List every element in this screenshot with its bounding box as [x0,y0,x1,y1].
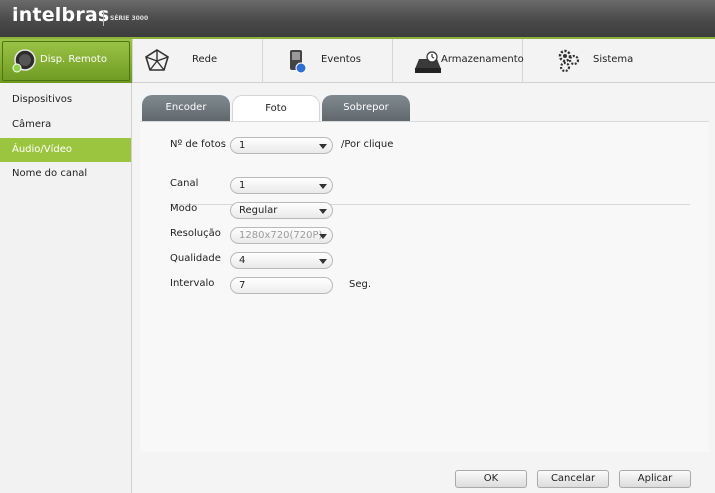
events-icon [290,50,307,74]
chevron-down-icon [319,144,327,149]
canal-value: 1 [239,180,246,191]
nav-label: Rede [192,54,218,65]
chevron-down-icon [319,209,327,214]
nav-label: Eventos [321,54,361,65]
top-navigation: Disp. Remoto Rede Eventos Armazenamento … [0,37,715,83]
remote-device-icon [12,49,36,73]
photos-count-label: Nº de fotos [170,139,226,150]
series-label: SÉRIE 3000 [110,15,149,22]
intervalo-suffix: Seg. [349,279,372,290]
sidebar-item-dispositivos[interactable]: Dispositivos [0,88,131,112]
sidebar: Dispositivos Câmera Áudio/Vídeo Nome do … [0,83,132,493]
resolucao-select: 1280x720(720P) [230,227,333,244]
nav-item-disp-remoto[interactable]: Disp. Remoto [0,39,133,83]
qualidade-label: Qualidade [170,253,221,264]
nav-label: Armazenamento [441,54,524,65]
cancel-button[interactable]: Cancelar [537,470,609,488]
modo-select[interactable]: Regular [230,202,333,219]
chevron-down-icon [319,259,327,264]
canal-label: Canal [170,178,199,189]
nav-item-sistema[interactable]: Sistema [523,39,715,83]
photos-count-value: 1 [239,140,246,151]
app-window: intelbras SÉRIE 3000 Disp. Remoto Rede E… [0,0,715,493]
network-icon [145,49,169,71]
ok-button[interactable]: OK [455,470,527,488]
modo-label: Modo [170,203,198,214]
tab-bar: Encoder Foto Sobrepor [142,95,712,122]
nav-item-eventos[interactable]: Eventos [263,39,393,83]
resolucao-value: 1280x720(720P) [239,230,323,241]
title-bar: intelbras SÉRIE 3000 [0,0,715,37]
photos-count-select[interactable]: 1 [230,137,333,154]
qualidade-value: 4 [239,255,246,266]
tab-sobrepor[interactable]: Sobrepor [322,95,410,121]
chevron-down-icon [319,234,327,239]
brand-logo: intelbras [12,4,110,26]
sidebar-item-camera[interactable]: Câmera [0,113,131,137]
resolucao-label: Resolução [170,228,221,239]
nav-item-rede[interactable]: Rede [133,39,263,83]
sidebar-item-audio-video[interactable]: Áudio/Vídeo [0,138,131,162]
logo-divider [103,10,104,26]
intervalo-label: Intervalo [170,278,215,289]
canal-select[interactable]: 1 [230,177,333,194]
main-content: Encoder Foto Sobrepor Nº de fotos 1 /Por… [132,83,715,493]
storage-icon [415,51,441,73]
nav-label: Disp. Remoto [40,54,107,65]
apply-button[interactable]: Aplicar [619,470,691,488]
qualidade-select[interactable]: 4 [230,252,333,269]
sidebar-item-nome-do-canal[interactable]: Nome do canal [0,162,131,186]
tab-encoder[interactable]: Encoder [142,95,230,121]
photos-count-suffix: /Por clique [341,139,394,150]
tab-foto[interactable]: Foto [232,95,320,122]
foto-panel: Nº de fotos 1 /Por clique Canal 1 Modo R… [140,121,709,452]
intervalo-input[interactable]: 7 [230,277,333,294]
nav-item-armazenamento[interactable]: Armazenamento [393,39,524,83]
modo-value: Regular [239,205,278,216]
nav-label: Sistema [593,54,634,65]
chevron-down-icon [319,184,327,189]
gears-icon [558,49,580,73]
